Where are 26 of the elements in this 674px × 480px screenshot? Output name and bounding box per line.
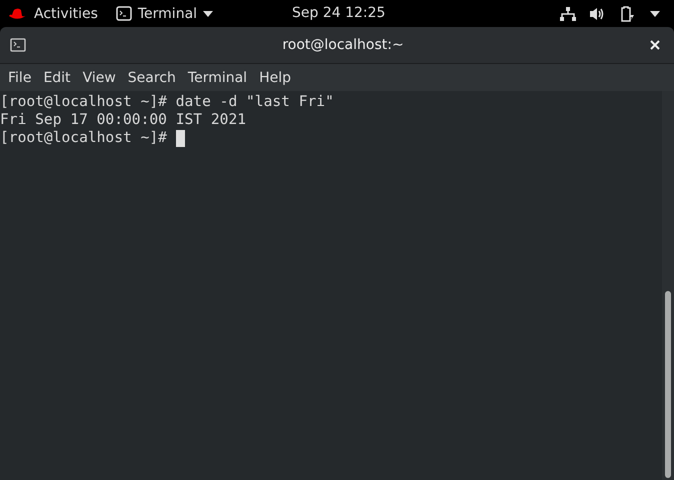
close-icon[interactable] [650,40,660,50]
caret-icon[interactable] [650,10,660,16]
terminal-icon [10,38,26,52]
menu-item[interactable]: Edit [37,70,77,86]
activities-button[interactable]: Activities [0,6,106,22]
network-icon[interactable] [560,6,576,20]
activities-label: Activities [34,6,98,22]
app-menu-button[interactable]: Terminal [106,6,222,22]
terminal-line: Fri Sep 17 00:00:00 IST 2021 [0,111,246,129]
clock[interactable]: Sep 24 12:25 [292,5,386,21]
window-title: root@localhost:~ [281,37,404,53]
terminal-line: [root@localhost ~]# [0,129,168,147]
scrollbar[interactable] [662,91,674,480]
menu-item[interactable]: Help [253,70,297,86]
terminal-line: [root@localhost ~]# date -d "last Fri" [0,93,334,111]
terminal-icon [116,6,132,21]
scrollbar-thumb[interactable] [665,291,671,478]
app-menu-label: Terminal [138,6,198,22]
menu-item[interactable]: Terminal [182,70,254,86]
menu-item[interactable]: Search [122,70,182,86]
volume-icon[interactable] [590,6,606,20]
hat-icon [8,8,28,20]
battery-icon[interactable] [620,6,636,22]
menu-item[interactable]: View [76,70,122,86]
menu-item[interactable]: File [2,70,38,86]
caret-icon [203,10,214,16]
